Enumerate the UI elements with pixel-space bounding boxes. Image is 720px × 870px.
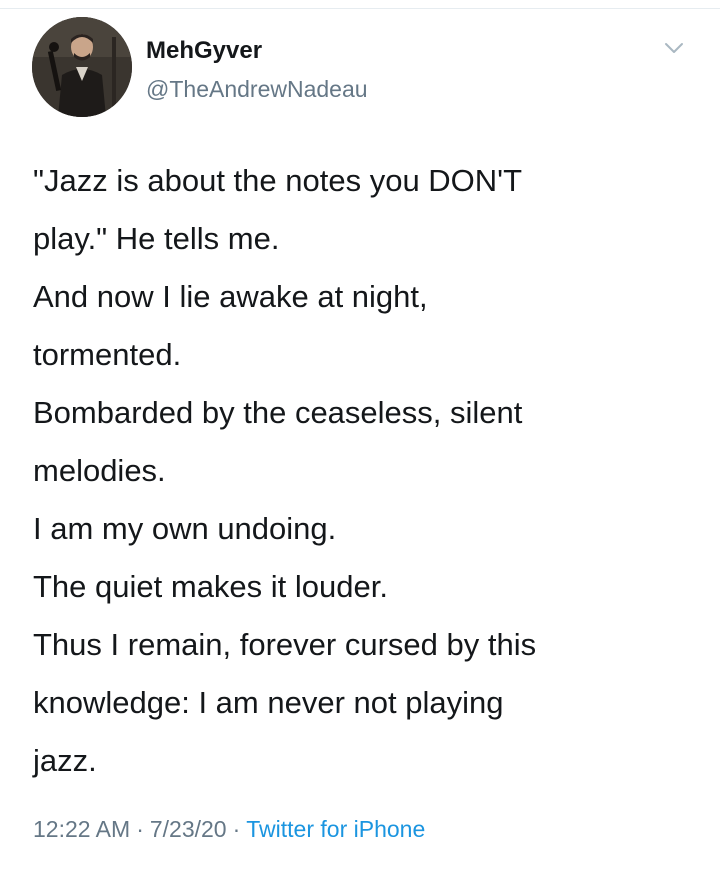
top-divider — [0, 8, 720, 9]
tweet-date[interactable]: 7/23/20 — [150, 816, 227, 842]
chevron-down-icon[interactable] — [664, 41, 684, 55]
tweet-line: jazz. — [33, 743, 97, 778]
tweet-line: The quiet makes it louder. — [33, 569, 388, 604]
user-handle[interactable]: @TheAndrewNadeau — [146, 75, 368, 103]
tweet-meta: 12:22 AM · 7/23/20 · Twitter for iPhone — [33, 813, 425, 845]
avatar[interactable] — [32, 17, 132, 117]
source-link[interactable]: Twitter for iPhone — [246, 816, 425, 842]
meta-separator: · — [136, 816, 144, 842]
tweet-line: Bombarded by the ceaseless, silent — [33, 395, 523, 430]
tweet-line: melodies. — [33, 453, 166, 488]
tweet-header: MehGyver @TheAndrewNadeau — [32, 17, 692, 117]
tweet-time[interactable]: 12:22 AM — [33, 816, 130, 842]
tweet-line: play." He tells me. — [33, 221, 280, 256]
avatar-photo-icon — [32, 17, 132, 117]
tweet-line: And now I lie awake at night, — [33, 279, 428, 314]
tweet-line: I am my own undoing. — [33, 511, 337, 546]
display-name[interactable]: MehGyver — [146, 37, 262, 65]
meta-separator: · — [232, 816, 241, 842]
tweet-line: Thus I remain, forever cursed by this — [33, 627, 537, 662]
tweet-line: tormented. — [33, 337, 182, 372]
tweet-line: knowledge: I am never not playing — [33, 685, 504, 720]
tweet-line: "Jazz is about the notes you DON'T — [33, 163, 523, 198]
tweet-text: "Jazz is about the notes you DON'T play.… — [33, 152, 683, 790]
